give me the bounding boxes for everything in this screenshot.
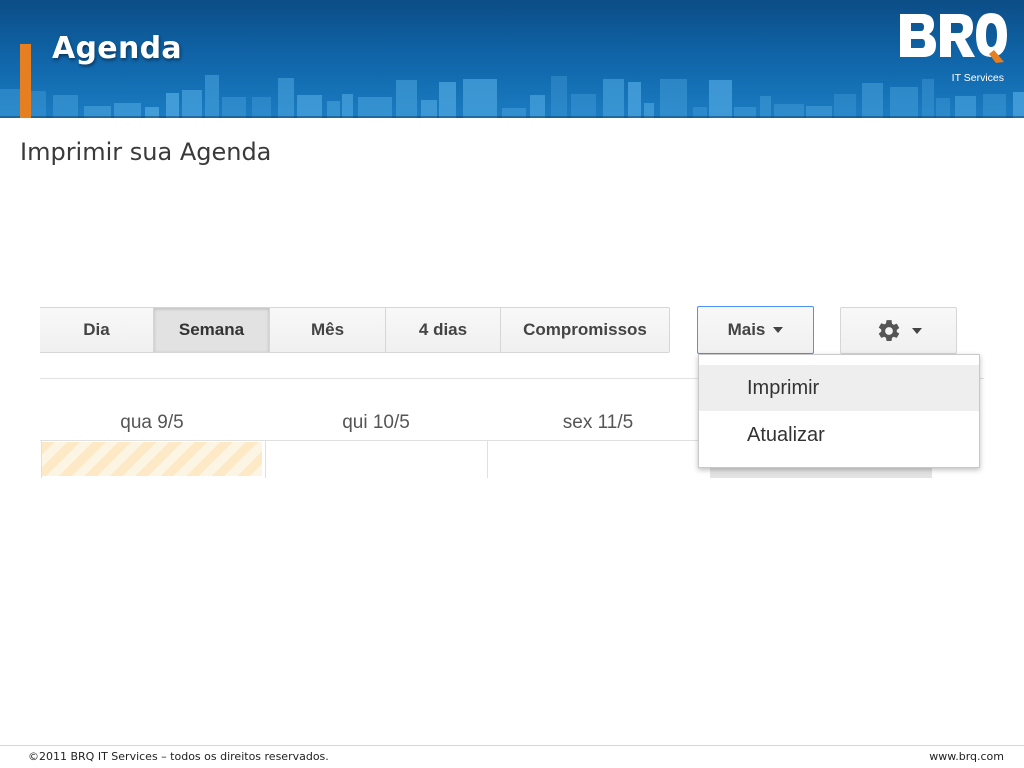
today-all-day-cell[interactable] xyxy=(42,442,262,476)
column-divider xyxy=(487,441,488,478)
footer-copyright: ©2011 BRQ IT Services – todos os direito… xyxy=(28,750,329,763)
calendar-screenshot: Dia Semana Mês 4 dias Compromissos Mais … xyxy=(40,300,984,480)
more-button[interactable]: Mais xyxy=(697,306,814,354)
menu-item-imprimir[interactable]: Imprimir xyxy=(699,365,979,411)
slide-header: Agenda IT Services xyxy=(0,0,1024,118)
column-divider xyxy=(41,441,42,478)
all-day-cell[interactable] xyxy=(710,467,932,478)
settings-button[interactable] xyxy=(840,307,957,354)
day-header: qui 10/5 xyxy=(342,412,410,433)
logo-subtitle: IT Services xyxy=(951,72,1004,84)
column-divider xyxy=(265,441,266,478)
view-tabs: Dia Semana Mês 4 dias Compromissos xyxy=(40,307,670,353)
tab-dia[interactable]: Dia xyxy=(40,308,153,352)
day-header: qua 9/5 xyxy=(120,412,184,433)
brq-logo-mark xyxy=(900,13,1007,63)
menu-item-atualizar[interactable]: Atualizar xyxy=(699,412,979,458)
tab-compromissos[interactable]: Compromissos xyxy=(500,308,669,352)
gear-icon xyxy=(878,319,899,341)
header-accent-bar xyxy=(20,44,31,118)
more-dropdown-menu: Imprimir Atualizar xyxy=(698,354,980,468)
brq-logo: IT Services xyxy=(896,10,1008,84)
day-header: sex 11/5 xyxy=(562,412,634,433)
tab-4-dias[interactable]: 4 dias xyxy=(385,308,500,352)
tab-semana[interactable]: Semana xyxy=(153,308,269,352)
page-title: Agenda xyxy=(52,31,182,66)
footer-divider xyxy=(0,745,1024,746)
slide-subtitle: Imprimir sua Agenda xyxy=(20,138,272,166)
chevron-down-icon xyxy=(911,327,922,334)
tab-mes[interactable]: Mês xyxy=(269,308,385,352)
more-button-label: Mais xyxy=(727,320,766,339)
chevron-down-icon xyxy=(773,327,784,333)
footer-website: www.brq.com xyxy=(929,750,1004,763)
